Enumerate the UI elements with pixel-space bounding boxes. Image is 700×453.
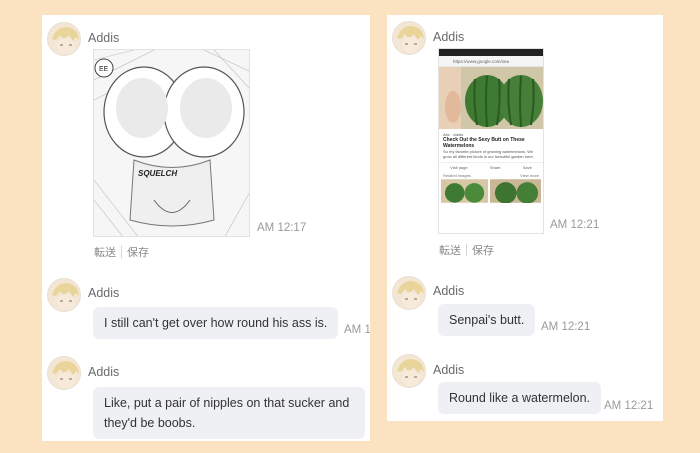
avatar[interactable] <box>392 21 426 55</box>
divider <box>466 244 467 256</box>
related-label: Related images <box>443 173 471 178</box>
save-link: Save <box>522 165 532 170</box>
message-line: they'd be boobs. <box>104 416 196 430</box>
message-time: AM 12:21 <box>604 400 654 412</box>
avatar[interactable] <box>392 354 426 388</box>
message-time: AM 12:21 <box>550 219 600 231</box>
forward-button[interactable]: 転送 <box>439 242 461 258</box>
phone-status-bar <box>439 49 543 56</box>
phone-screenshot-image[interactable]: https://www.google.com/sea Abc · Addis C… <box>438 48 544 234</box>
message-bubble[interactable]: Like, put a pair of nipples on that suck… <box>93 387 365 439</box>
thumbnail-strip <box>441 179 541 203</box>
manga-sfx-mark: EE <box>99 66 109 73</box>
chat-panel-right: Addis https://www.google.com/sea Abc · A… <box>387 15 663 421</box>
sender-name: Addis <box>433 30 465 44</box>
avatar[interactable] <box>47 22 81 56</box>
result-actions: Visit page Share Save <box>439 162 543 172</box>
share-link: Share <box>489 165 501 170</box>
result-card: Abc · Addis Check Out the Sexy Butt on T… <box>439 129 543 162</box>
message-time: AM 12:17 <box>257 222 307 234</box>
sender-name: Addis <box>433 284 465 298</box>
message-line: Like, put a pair of nipples on that suck… <box>104 396 350 410</box>
chat-panel-left: Addis EE SQUELCH AM 12:17 転送 保存 Addis I … <box>42 15 370 441</box>
avatar[interactable] <box>392 276 426 310</box>
view-more-label: View more <box>520 173 539 178</box>
message-bubble[interactable]: I still can't get over how round his ass… <box>93 307 339 339</box>
sender-name: Addis <box>88 31 120 45</box>
forward-button[interactable]: 転送 <box>94 244 116 260</box>
message-time: AM 1 <box>344 324 370 336</box>
watermelon-photo <box>439 67 543 129</box>
message-bubble[interactable]: Senpai's butt. <box>438 304 536 336</box>
sender-name: Addis <box>433 363 465 377</box>
message-bubble[interactable]: Round like a watermelon. <box>438 382 602 414</box>
divider <box>121 246 122 258</box>
sender-name: Addis <box>88 365 120 379</box>
phone-url-bar: https://www.google.com/sea <box>439 56 543 67</box>
manga-image-art: EE SQUELCH <box>94 50 249 236</box>
avatar[interactable] <box>47 356 81 390</box>
save-button[interactable]: 保存 <box>472 242 494 258</box>
image-actions: 転送 保存 <box>94 244 149 260</box>
related-thumbnails <box>439 179 543 203</box>
manga-caption: SQUELCH <box>138 169 177 178</box>
result-snippet: So my favorite picture of growing waterm… <box>443 149 534 159</box>
avatar[interactable] <box>47 278 81 312</box>
message-time: AM 12:21 <box>541 321 591 333</box>
visit-page-link: Visit page <box>450 165 468 170</box>
manga-image[interactable]: EE SQUELCH <box>93 49 250 237</box>
image-actions: 転送 保存 <box>439 242 494 258</box>
save-button[interactable]: 保存 <box>127 244 149 260</box>
sender-name: Addis <box>88 286 120 300</box>
related-images-header: Related images View more <box>439 172 543 179</box>
